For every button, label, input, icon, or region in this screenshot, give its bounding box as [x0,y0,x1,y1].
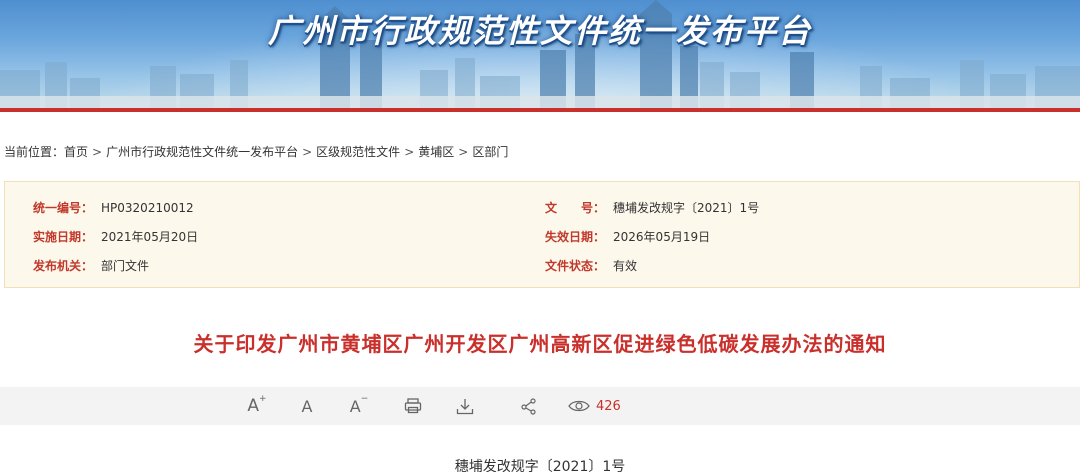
breadcrumb-separator: > [404,145,415,159]
info-status: 文件状态： 有效 [545,257,637,274]
issuer-value: 部门文件 [101,259,150,273]
print-button[interactable] [396,387,430,425]
expiry-value: 2026年05月19日 [613,230,711,244]
view-counter: 426 [568,387,638,425]
font-increase-button[interactable]: A + [240,387,274,425]
info-issuer: 发布机关： 部门文件 [33,257,149,274]
breadcrumb-home[interactable]: 首页 [64,143,88,160]
view-count-value: 426 [596,398,621,414]
breadcrumb-huangpu[interactable]: 黄埔区 [418,143,454,160]
info-docno: 文 号： 穗埔发改规字〔2021〕1号 [545,199,759,216]
document-number: 穗埔发改规字〔2021〕1号 [454,459,626,472]
effective-label: 实施日期： [33,230,94,244]
font-decrease-button[interactable]: A − [342,387,376,425]
banner-divider [0,108,1080,112]
font-large-label: A [247,396,260,416]
expiry-label: 失效日期： [545,230,606,244]
serial-label: 统一编号： [33,201,94,215]
docno-label: 文 号： [545,201,606,215]
article-toolbar: A + A A − 426 [0,387,1080,425]
font-medium-label: A [301,396,313,416]
font-small-label: A [349,396,361,416]
breadcrumb-separator: > [92,145,103,159]
site-title: 广州市行政规范性文件统一发布平台 [267,12,812,50]
eye-icon [568,400,590,412]
status-value: 有效 [613,259,638,273]
breadcrumb-separator: > [302,145,313,159]
breadcrumb-separator: > [458,145,469,159]
font-small-sup: − [360,394,369,404]
download-icon [456,398,474,414]
issuer-label: 发布机关： [33,259,94,273]
breadcrumb-department[interactable]: 区部门 [472,143,508,160]
breadcrumb-prefix: 当前位置： [4,145,65,159]
download-button[interactable] [448,387,482,425]
print-icon [404,398,422,414]
status-label: 文件状态： [545,259,606,273]
share-button[interactable] [512,387,546,425]
font-default-button[interactable]: A [290,387,324,425]
effective-value: 2021年05月20日 [101,230,199,244]
serial-value: HP0320210012 [101,201,194,215]
share-icon [521,397,536,415]
info-serial: 统一编号： HP0320210012 [33,199,194,216]
font-large-sup: + [259,394,267,404]
document-info-panel: 统一编号： HP0320210012 文 号： 穗埔发改规字〔2021〕1号 实施日… [4,181,1080,288]
breadcrumb-district-docs[interactable]: 区级规范性文件 [316,143,400,160]
breadcrumb-platform[interactable]: 广州市行政规范性文件统一发布平台 [106,143,298,160]
docno-value: 穗埔发改规字〔2021〕1号 [613,201,760,215]
info-expiry: 失效日期： 2026年05月19日 [545,228,710,245]
document-title: 关于印发广州市黄埔区广州开发区广州高新区促进绿色低碳发展办法的通知 [193,332,887,356]
breadcrumb: 当前位置：首页 > 广州市行政规范性文件统一发布平台 > 区级规范性文件 > 黄埔区 > 区部门 [4,143,508,161]
header-banner: 广州市行政规范性文件统一发布平台 [0,0,1080,112]
info-effective: 实施日期： 2021年05月20日 [33,228,198,245]
